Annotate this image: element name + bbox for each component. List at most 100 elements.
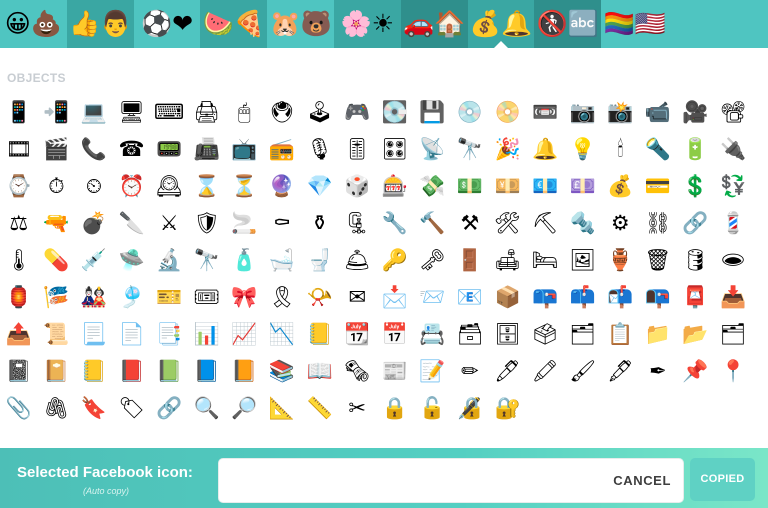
emoji-icon[interactable]: ⏳ bbox=[226, 168, 264, 205]
emoji-icon[interactable]: 🎚 bbox=[338, 131, 376, 168]
emoji-icon[interactable]: 📗 bbox=[150, 353, 188, 390]
emoji-icon[interactable]: ⛓ bbox=[639, 205, 677, 242]
emoji-icon[interactable]: 📏 bbox=[301, 390, 339, 427]
emoji-icon[interactable]: 📨 bbox=[414, 279, 452, 316]
emoji-icon[interactable]: 📠 bbox=[188, 131, 226, 168]
emoji-icon[interactable]: 🔮 bbox=[263, 168, 301, 205]
emoji-icon[interactable]: 📀 bbox=[489, 94, 527, 131]
emoji-icon[interactable]: 💱 bbox=[714, 168, 752, 205]
emoji-icon[interactable]: 🔭 bbox=[451, 131, 489, 168]
emoji-icon[interactable]: ⚖ bbox=[0, 205, 38, 242]
emoji-icon[interactable]: 📊 bbox=[188, 316, 226, 353]
emoji-icon[interactable]: 📖 bbox=[301, 353, 339, 390]
emoji-icon[interactable]: 🏺 bbox=[602, 242, 640, 279]
emoji-icon[interactable]: 🎗 bbox=[263, 279, 301, 316]
emoji-icon[interactable]: 📚 bbox=[263, 353, 301, 390]
tab-food[interactable]: 🍉🍕 bbox=[200, 0, 268, 48]
tab-activity[interactable]: ⚽❤ bbox=[133, 0, 201, 48]
emoji-icon[interactable]: 🎥 bbox=[677, 94, 715, 131]
emoji-icon[interactable]: 🎐 bbox=[113, 279, 151, 316]
emoji-icon[interactable]: 🗂 bbox=[564, 316, 602, 353]
emoji-icon[interactable]: 🖼 bbox=[564, 242, 602, 279]
emoji-icon[interactable]: 🗳 bbox=[526, 316, 564, 353]
emoji-icon[interactable]: 🔫 bbox=[38, 205, 76, 242]
emoji-icon[interactable]: ⛏ bbox=[526, 205, 564, 242]
emoji-icon[interactable]: 📷 bbox=[564, 94, 602, 131]
emoji-icon[interactable]: 🔓 bbox=[414, 390, 452, 427]
cancel-button[interactable]: CANCEL bbox=[613, 459, 671, 502]
emoji-icon[interactable]: 🕰 bbox=[150, 168, 188, 205]
emoji-icon[interactable]: 🗞 bbox=[338, 353, 376, 390]
emoji-icon[interactable]: ⚙ bbox=[602, 205, 640, 242]
emoji-icon[interactable]: 📒 bbox=[301, 316, 339, 353]
emoji-icon[interactable]: 📱 bbox=[0, 94, 38, 131]
emoji-icon[interactable]: 📁 bbox=[639, 316, 677, 353]
emoji-icon[interactable]: 🖊 bbox=[489, 353, 527, 390]
emoji-icon[interactable]: ✒ bbox=[639, 353, 677, 390]
emoji-icon[interactable]: 💉 bbox=[75, 242, 113, 279]
emoji-icon[interactable]: 📩 bbox=[376, 279, 414, 316]
emoji-icon[interactable]: 💡 bbox=[564, 131, 602, 168]
emoji-icon[interactable]: 📮 bbox=[677, 279, 715, 316]
emoji-icon[interactable]: ⏰ bbox=[113, 168, 151, 205]
emoji-icon[interactable]: 🎰 bbox=[376, 168, 414, 205]
emoji-icon[interactable]: 🔩 bbox=[564, 205, 602, 242]
emoji-icon[interactable]: 📒 bbox=[75, 353, 113, 390]
emoji-icon[interactable]: 🔎 bbox=[226, 390, 264, 427]
emoji-icon[interactable]: 🛏 bbox=[526, 242, 564, 279]
emoji-icon[interactable]: 📟 bbox=[150, 131, 188, 168]
emoji-icon[interactable]: 🔦 bbox=[639, 131, 677, 168]
emoji-icon[interactable]: 📼 bbox=[526, 94, 564, 131]
emoji-icon[interactable]: 🖱 bbox=[226, 94, 264, 131]
emoji-icon[interactable]: 💊 bbox=[38, 242, 76, 279]
emoji-icon[interactable]: 📬 bbox=[602, 279, 640, 316]
emoji-icon[interactable]: 🖌 bbox=[564, 353, 602, 390]
emoji-icon[interactable]: 🔖 bbox=[75, 390, 113, 427]
emoji-icon[interactable]: 🔍 bbox=[188, 390, 226, 427]
emoji-icon[interactable]: 🚽 bbox=[301, 242, 339, 279]
emoji-icon[interactable]: 🔬 bbox=[150, 242, 188, 279]
emoji-icon[interactable]: ⚰ bbox=[263, 205, 301, 242]
emoji-icon[interactable]: 🎮 bbox=[338, 94, 376, 131]
emoji-icon[interactable]: 🔒 bbox=[376, 390, 414, 427]
emoji-icon[interactable]: 📞 bbox=[75, 131, 113, 168]
emoji-icon[interactable]: 💶 bbox=[526, 168, 564, 205]
emoji-icon[interactable]: 🖋 bbox=[602, 353, 640, 390]
emoji-icon[interactable]: 💷 bbox=[564, 168, 602, 205]
emoji-icon[interactable]: 📺 bbox=[226, 131, 264, 168]
emoji-icon[interactable]: 📓 bbox=[0, 353, 38, 390]
emoji-icon[interactable]: 🏮 bbox=[0, 279, 38, 316]
emoji-icon[interactable]: 🔨 bbox=[414, 205, 452, 242]
emoji-icon[interactable]: 🎬 bbox=[38, 131, 76, 168]
emoji-icon[interactable]: 📈 bbox=[226, 316, 264, 353]
emoji-icon[interactable]: ☎ bbox=[113, 131, 151, 168]
emoji-icon[interactable]: 🔪 bbox=[113, 205, 151, 242]
emoji-icon[interactable]: 📘 bbox=[188, 353, 226, 390]
emoji-icon[interactable]: 📦 bbox=[489, 279, 527, 316]
emoji-icon[interactable]: 📯 bbox=[301, 279, 339, 316]
emoji-icon[interactable]: 💽 bbox=[376, 94, 414, 131]
emoji-icon[interactable]: ⌚ bbox=[0, 168, 38, 205]
emoji-icon[interactable]: 📪 bbox=[526, 279, 564, 316]
tab-smileys[interactable]: 😀💩 bbox=[0, 0, 67, 48]
emoji-icon[interactable]: 🖇 bbox=[38, 390, 76, 427]
emoji-icon[interactable]: 📥 bbox=[714, 279, 752, 316]
emoji-icon[interactable]: 📋 bbox=[602, 316, 640, 353]
emoji-icon[interactable]: 📇 bbox=[414, 316, 452, 353]
emoji-icon[interactable]: 📃 bbox=[75, 316, 113, 353]
emoji-icon[interactable]: ⏱ bbox=[38, 168, 76, 205]
emoji-icon[interactable]: 🔋 bbox=[677, 131, 715, 168]
emoji-icon[interactable]: 🔧 bbox=[376, 205, 414, 242]
tab-people[interactable]: 👍👨 bbox=[66, 0, 134, 48]
emoji-icon[interactable]: 📙 bbox=[226, 353, 264, 390]
emoji-icon[interactable]: 🔏 bbox=[451, 390, 489, 427]
emoji-icon[interactable]: 🚪 bbox=[451, 242, 489, 279]
emoji-icon[interactable]: 🕯 bbox=[602, 131, 640, 168]
emoji-icon[interactable]: 🖲 bbox=[263, 94, 301, 131]
emoji-icon[interactable]: 🔭 bbox=[188, 242, 226, 279]
emoji-icon[interactable]: 🖨 bbox=[188, 94, 226, 131]
emoji-icon[interactable]: 🌡 bbox=[0, 242, 38, 279]
emoji-icon[interactable]: 🔔 bbox=[526, 131, 564, 168]
emoji-icon[interactable]: 🗝 bbox=[414, 242, 452, 279]
emoji-icon[interactable]: 🗃 bbox=[451, 316, 489, 353]
